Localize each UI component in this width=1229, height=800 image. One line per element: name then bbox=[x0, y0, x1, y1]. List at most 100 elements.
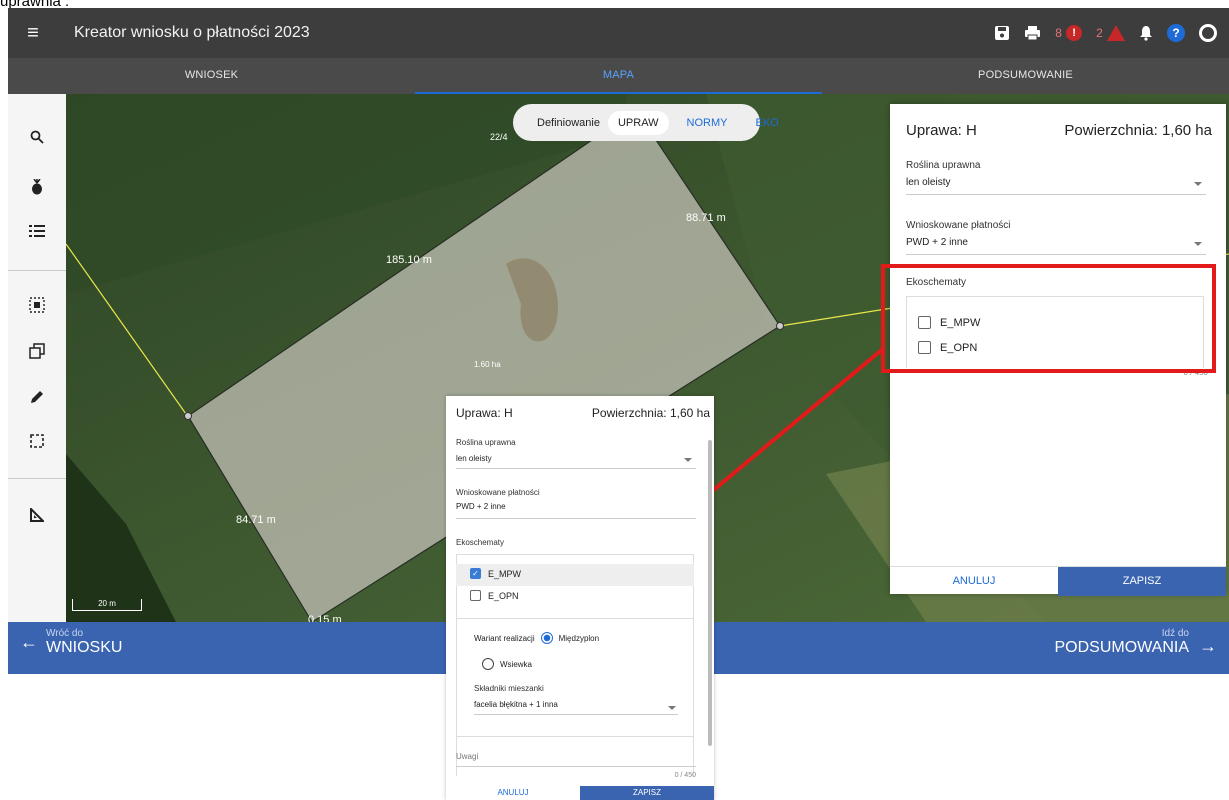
highlight-box bbox=[881, 264, 1216, 373]
go-to-summary-link[interactable]: Idź do PODSUMOWANIA bbox=[1054, 628, 1189, 657]
save-button[interactable]: ZAPISZ bbox=[1058, 567, 1226, 596]
definition-mode-switch: Definiowanie UPRAW NORMY EKO bbox=[513, 104, 779, 141]
pencil-icon[interactable] bbox=[8, 380, 66, 414]
variant-option-label: Międzyplon bbox=[558, 633, 600, 643]
notes-label: Uwagi bbox=[456, 752, 479, 761]
zoom-payments-label: Wnioskowane płatności bbox=[456, 488, 540, 497]
user-account-icon[interactable] bbox=[1199, 24, 1217, 42]
main-tabs: WNIOSEK MAPA PODSUMOWANIE bbox=[8, 58, 1229, 94]
radio-wsiewka[interactable] bbox=[482, 658, 494, 670]
map-scale-bar: 20 m bbox=[72, 599, 142, 611]
mode-upraw-button[interactable]: UPRAW bbox=[607, 110, 669, 135]
field-underline bbox=[906, 254, 1206, 255]
chevron-down-icon[interactable] bbox=[668, 706, 676, 710]
hamburger-menu-icon[interactable]: ≡ bbox=[8, 22, 58, 45]
toolbar-icons: 8 ! 2 ? bbox=[994, 8, 1217, 58]
errors-indicator[interactable]: 8 ! bbox=[1055, 25, 1083, 42]
top-bar: ≡ Kreator wniosku o płatności 2023 8 ! 2… bbox=[8, 8, 1229, 58]
mix-components-select[interactable]: facelia błękitna + 1 inna bbox=[474, 700, 558, 709]
back-big-label: WNIOSKU bbox=[46, 639, 123, 656]
forward-small-label: Idź do bbox=[1161, 628, 1189, 639]
panel-crop-title: Uprawa: H bbox=[906, 122, 977, 139]
variant-option-label: Wsiewka bbox=[500, 659, 533, 669]
zoom-plant-select[interactable]: len oleisty bbox=[456, 454, 492, 463]
notes-input[interactable] bbox=[456, 766, 696, 767]
warnings-indicator[interactable]: 2 bbox=[1096, 25, 1125, 42]
mix-components-label: Składniki mieszanki bbox=[474, 684, 544, 693]
app-title: Kreator wniosku o płatności 2023 bbox=[74, 24, 310, 41]
payments-field-label: Wnioskowane płatności bbox=[906, 220, 1011, 231]
zoomed-crop-panel: Uprawa: H Powierzchnia: 1,60 ha Roślina … bbox=[446, 396, 714, 800]
plant-select[interactable]: len oleisty bbox=[906, 177, 950, 188]
divider bbox=[456, 618, 694, 619]
tab-wniosek[interactable]: WNIOSEK bbox=[8, 58, 415, 94]
crop-icon[interactable] bbox=[8, 170, 66, 204]
dashed-rectangle-icon[interactable] bbox=[8, 424, 66, 458]
chevron-down-icon[interactable] bbox=[684, 458, 692, 462]
cancel-button[interactable]: ANULUJ bbox=[890, 567, 1058, 596]
help-icon[interactable]: ? bbox=[1167, 24, 1185, 42]
notes-counter: 0 / 450 bbox=[674, 772, 696, 779]
variant-row-2: Wsiewka bbox=[482, 658, 532, 670]
dimension-right-label: 88.71 m bbox=[686, 212, 726, 224]
tab-podsumowanie[interactable]: PODSUMOWANIE bbox=[822, 58, 1229, 94]
error-count: 8 bbox=[1055, 26, 1062, 40]
mode-eko-button[interactable]: EKO bbox=[745, 111, 788, 135]
radio-miedzyplon[interactable] bbox=[540, 632, 553, 644]
sidebar-divider bbox=[8, 270, 66, 271]
panel-actions: ANULUJ ZAPISZ bbox=[890, 566, 1226, 596]
zoom-panel-actions: ANULUJ ZAPISZ bbox=[446, 786, 714, 800]
field-underline bbox=[456, 518, 696, 519]
panel-area: Powierzchnia: 1,60 ha bbox=[1064, 122, 1212, 139]
mode-normy-button[interactable]: NORMY bbox=[677, 111, 738, 135]
dimension-bottom-label: 0.15 m bbox=[308, 614, 342, 622]
back-to-wniosek-link[interactable]: Wróć do WNIOSKU bbox=[46, 628, 122, 657]
tab-mapa[interactable]: MAPA bbox=[415, 58, 822, 94]
print-icon[interactable] bbox=[1024, 25, 1041, 41]
copy-shape-icon[interactable] bbox=[8, 334, 66, 368]
field-underline bbox=[906, 194, 1206, 195]
zoom-ecoschemes-label: Ekoschematy bbox=[456, 538, 505, 547]
plant-field-label: Roślina uprawna bbox=[906, 160, 981, 171]
map-tools-sidebar bbox=[8, 94, 66, 622]
area-label: 1.60 ha bbox=[474, 360, 501, 369]
variant-row: Wariant realizacji Międzyplon bbox=[474, 632, 599, 644]
warning-count: 2 bbox=[1096, 26, 1103, 40]
scrollbar[interactable] bbox=[708, 440, 712, 746]
parcel-id-label: 22/4 bbox=[490, 132, 508, 142]
checked-checkbox-icon[interactable]: ✓ bbox=[470, 568, 481, 579]
search-icon[interactable] bbox=[8, 120, 66, 154]
define-label: Definiowanie bbox=[537, 116, 600, 129]
zoom-payments-select[interactable]: PWD + 2 inne bbox=[456, 502, 506, 511]
error-icon: ! bbox=[1066, 25, 1083, 41]
save-button[interactable]: ZAPISZ bbox=[580, 786, 714, 800]
zoom-crop-title: Uprawa: H bbox=[456, 406, 513, 420]
payments-select[interactable]: PWD + 2 inne bbox=[906, 237, 968, 248]
bell-icon[interactable] bbox=[1139, 25, 1153, 41]
ecoscheme-label: E_OPN bbox=[488, 590, 519, 601]
list-icon[interactable] bbox=[8, 214, 66, 248]
chevron-down-icon[interactable] bbox=[1194, 242, 1202, 246]
back-small-label: Wróć do bbox=[46, 628, 84, 639]
ecoscheme-label: E_MPW bbox=[488, 568, 522, 579]
field-underline bbox=[474, 714, 678, 715]
dimension-top-label: 185.10 m bbox=[386, 254, 432, 266]
measure-icon[interactable] bbox=[8, 498, 66, 532]
zoom-plant-label: Roślina uprawna bbox=[456, 438, 516, 447]
arrow-left-icon[interactable]: ← bbox=[20, 632, 38, 653]
field-underline bbox=[456, 468, 696, 469]
select-area-icon[interactable] bbox=[8, 288, 66, 322]
sidebar-divider bbox=[8, 478, 66, 479]
variant-label: Wariant realizacji bbox=[474, 633, 535, 643]
dimension-left-label: 84.71 m bbox=[236, 514, 276, 526]
checkbox-e-opn[interactable] bbox=[470, 590, 481, 601]
zoom-ecoscheme-e-mpw[interactable]: ✓ E_MPW bbox=[470, 568, 521, 579]
save-icon[interactable] bbox=[994, 25, 1010, 41]
chevron-down-icon[interactable] bbox=[1194, 182, 1202, 186]
cancel-button[interactable]: ANULUJ bbox=[446, 786, 580, 800]
warning-icon bbox=[1107, 25, 1125, 41]
arrow-right-icon[interactable]: → bbox=[1199, 636, 1217, 657]
forward-big-label: PODSUMOWANIA bbox=[1054, 639, 1189, 656]
zoom-ecoscheme-e-opn[interactable]: E_OPN bbox=[470, 590, 519, 601]
divider bbox=[456, 736, 694, 737]
